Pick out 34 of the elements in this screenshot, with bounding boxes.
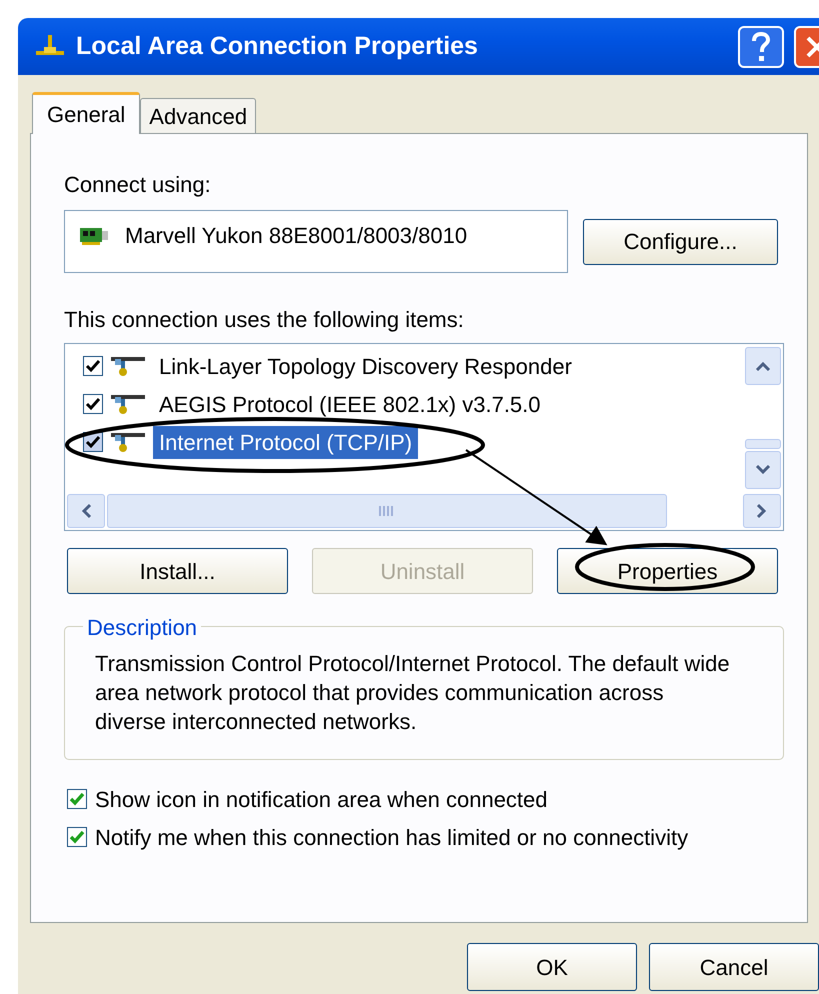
list-label: This connection uses the following items:	[64, 306, 465, 333]
list-item[interactable]: Link-Layer Topology Discovery Responder	[153, 350, 578, 382]
scroll-right-button[interactable]	[743, 494, 781, 528]
adapter-name: Marvell Yukon 88E8001/8003/8010	[125, 222, 468, 250]
checkbox[interactable]	[83, 394, 103, 414]
protocol-icon	[111, 431, 145, 453]
field-label: Connect using:	[64, 171, 212, 198]
tab[interactable]: Advanced	[140, 98, 256, 133]
dialog-button[interactable]: OK	[467, 943, 637, 991]
scroll-up-button[interactable]	[745, 347, 781, 385]
checkbox[interactable]	[67, 827, 87, 847]
dialog-button[interactable]: Cancel	[649, 943, 819, 991]
scroll-left-button[interactable]	[67, 494, 105, 528]
scroll-thumb[interactable]	[745, 439, 781, 449]
list-item[interactable]: AEGIS Protocol (IEEE 802.1x) v3.7.5.0	[153, 388, 547, 420]
list-action-button[interactable]: Install...	[67, 548, 288, 594]
protocol-icon	[111, 393, 145, 415]
checkbox-label: Notify me when this connection has limited or no connectivity	[95, 824, 688, 852]
horizontal-scrollbar[interactable]	[65, 492, 783, 530]
help-icon	[751, 32, 771, 62]
protocol-icon	[111, 355, 145, 377]
items-list[interactable]: Link-Layer Topology Discovery Responder AEGIS Protocol (IEEE 802.1x) v3.7.5.0 Internet Protocol (TCP/IP)	[64, 343, 784, 531]
tab[interactable]: General	[32, 92, 140, 134]
vertical-scrollbar[interactable]	[743, 344, 783, 492]
checkbox[interactable]	[83, 356, 103, 376]
configure-button[interactable]: Configure...	[583, 218, 778, 264]
list-item[interactable]: Internet Protocol (TCP/IP)	[153, 426, 418, 458]
checkbox-label: Show icon in notification area when connected	[95, 786, 548, 814]
help-button[interactable]	[738, 26, 784, 68]
scroll-down-button[interactable]	[745, 451, 781, 489]
checkbox[interactable]	[67, 789, 87, 809]
scroll-thumb[interactable]	[107, 494, 667, 528]
window-title: Local Area Connection Properties	[76, 30, 479, 62]
description-text: Transmission Control Protocol/Internet Protocol. The default wide area network protocol that provides communication across diverse interconnected networks.	[95, 650, 731, 736]
